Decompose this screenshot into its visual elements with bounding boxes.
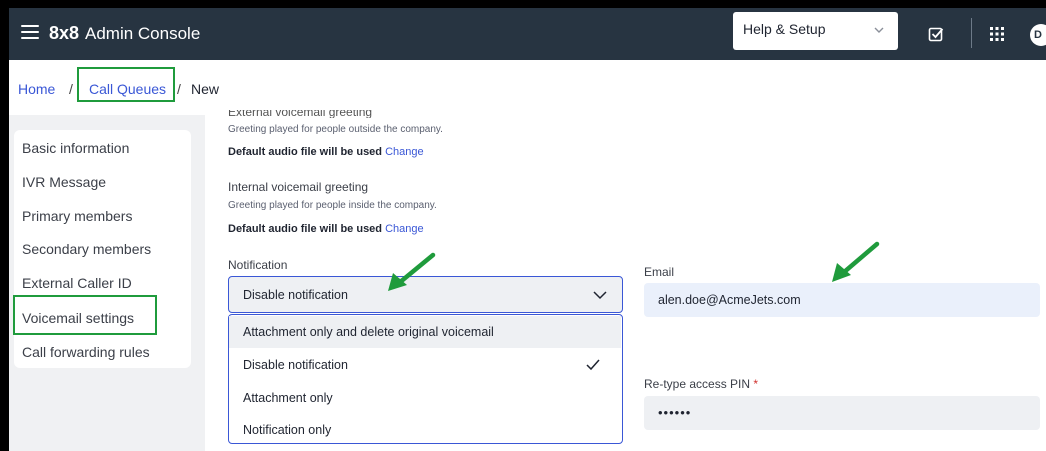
- notification-option-disable[interactable]: Disable notification: [229, 349, 621, 381]
- internal-audio-status: Default audio file will be used Change: [228, 223, 424, 235]
- nav-item-call-forwarding-rules[interactable]: Call forwarding rules: [22, 344, 150, 360]
- app-title: Admin Console: [85, 24, 201, 43]
- annotation-arrow-icon: [832, 241, 880, 282]
- call-queues-highlight-box: [77, 67, 175, 102]
- nav-item-ivr-message[interactable]: IVR Message: [22, 174, 106, 190]
- internal-greeting-title: Internal voicemail greeting: [228, 180, 369, 194]
- pin-masked-value: ••••••: [658, 405, 692, 420]
- breadcrumb-separator: /: [69, 81, 73, 97]
- checkmark-icon: [586, 359, 600, 371]
- voicemail-settings-panel: External voicemail greeting Greeting pla…: [205, 110, 1046, 451]
- retype-pin-input[interactable]: ••••••: [644, 396, 1040, 430]
- notification-option-notification-only[interactable]: Notification only: [229, 414, 621, 446]
- chevron-down-icon: [593, 291, 607, 300]
- top-navigation-bar: 8x8 Admin Console Help & Setup D: [9, 8, 1046, 60]
- tasks-checkbox-icon[interactable]: [928, 26, 944, 42]
- voicemail-settings-highlight-box: [13, 295, 157, 335]
- help-setup-dropdown[interactable]: Help & Setup: [733, 12, 898, 50]
- email-label: Email: [644, 265, 675, 279]
- notification-selected-value: Disable notification: [243, 288, 348, 302]
- option-label: Attachment only and delete original voic…: [243, 325, 494, 339]
- external-audio-status: Default audio file will be used Change: [228, 146, 424, 158]
- nav-item-secondary-members[interactable]: Secondary members: [22, 241, 151, 257]
- retype-pin-label: Re-type access PIN: [644, 377, 751, 391]
- breadcrumb-separator: /: [177, 81, 181, 97]
- apps-grid-icon[interactable]: [989, 26, 1005, 42]
- notification-label: Notification: [228, 258, 288, 272]
- annotation-arrow-icon: [388, 252, 436, 291]
- notification-options-menu: Attachment only and delete original voic…: [228, 314, 623, 444]
- external-greeting-help: Greeting played for people outside the c…: [228, 124, 443, 135]
- topbar-divider: [971, 18, 972, 48]
- nav-item-primary-members[interactable]: Primary members: [22, 208, 132, 224]
- hamburger-menu-icon[interactable]: [21, 25, 39, 40]
- change-internal-audio-link[interactable]: Change: [385, 223, 424, 235]
- notification-option-attachment-only[interactable]: Attachment only: [229, 382, 621, 414]
- default-audio-text: Default audio file will be used: [228, 146, 383, 158]
- nav-item-basic-information[interactable]: Basic information: [22, 140, 129, 156]
- email-input[interactable]: alen.doe@AcmeJets.com: [644, 283, 1040, 317]
- option-label: Attachment only: [243, 391, 333, 405]
- internal-greeting-help: Greeting played for people inside the co…: [228, 200, 437, 211]
- email-value: alen.doe@AcmeJets.com: [658, 293, 801, 307]
- retype-pin-label-row: Re-type access PIN *: [644, 377, 758, 391]
- option-label: Notification only: [243, 423, 332, 437]
- option-label: Disable notification: [243, 358, 348, 372]
- nav-item-external-caller-id[interactable]: External Caller ID: [22, 275, 132, 291]
- user-avatar[interactable]: D: [1030, 24, 1046, 46]
- notification-option-attachment-delete[interactable]: Attachment only and delete original voic…: [229, 316, 621, 348]
- required-marker: *: [753, 377, 759, 391]
- default-audio-text: Default audio file will be used: [228, 223, 383, 235]
- breadcrumb-home-link[interactable]: Home: [18, 81, 55, 97]
- brand-logo: 8x8: [49, 23, 80, 43]
- breadcrumb-current-page: New: [191, 81, 220, 97]
- change-external-audio-link[interactable]: Change: [385, 146, 424, 158]
- help-setup-label: Help & Setup: [743, 21, 826, 37]
- app-window: 8x8 Admin Console Help & Setup D Home / …: [9, 8, 1046, 451]
- external-greeting-title-clipped: External voicemail greeting: [228, 110, 373, 118]
- chevron-down-icon: [874, 27, 884, 33]
